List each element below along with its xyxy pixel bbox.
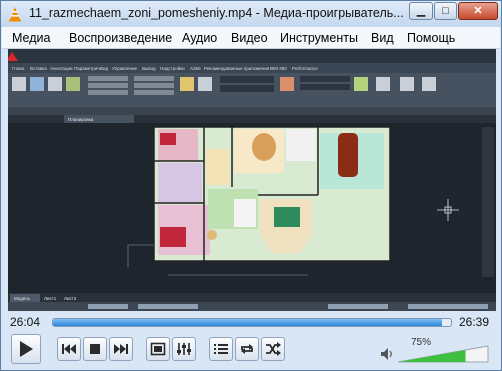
skip-previous-icon <box>62 344 76 354</box>
fullscreen-icon <box>150 342 166 356</box>
menu-playback[interactable]: Воспроизведение <box>69 31 172 45</box>
layout-tab: Лист2 <box>64 296 77 301</box>
menu-bar: Медиа Воспроизведение Аудио Видео Инстру… <box>2 27 500 49</box>
extended-settings-icon <box>177 343 191 355</box>
floor-plan-drawing <box>153 126 391 262</box>
menu-help[interactable]: Помощь <box>407 31 455 45</box>
playlist-button[interactable] <box>209 337 233 361</box>
stop-icon <box>90 344 100 354</box>
window-title: 11_razmechaem_zoni_pomesheniy.mp4 - Меди… <box>29 6 404 20</box>
skip-next-icon <box>114 344 128 354</box>
stop-button[interactable] <box>83 337 107 361</box>
fullscreen-button[interactable] <box>146 337 170 361</box>
play-icon <box>20 341 33 357</box>
ribbon-tab: Надстройки <box>160 65 185 71</box>
vlc-cone-icon <box>9 7 21 22</box>
menu-audio[interactable]: Аудио <box>182 31 217 45</box>
seek-bar[interactable] <box>52 318 452 327</box>
ribbon-tab: Вставка <box>30 66 47 71</box>
maximize-button[interactable]: □ <box>434 2 457 20</box>
video-frame: Главн. Вставка Аннотации Параметрич. Вид… <box>8 49 496 311</box>
ribbon-tab: Главн. <box>12 66 25 71</box>
ribbon-tab: Performance <box>292 66 318 71</box>
playlist-icon <box>214 344 228 354</box>
shuffle-icon <box>266 342 281 356</box>
doc-tab-label: Планировка <box>68 117 94 122</box>
ribbon-tab: Параметрич. <box>74 66 101 71</box>
speaker-icon[interactable] <box>380 347 394 361</box>
vlc-window: 11_razmechaem_zoni_pomesheniy.mp4 - Меди… <box>0 0 502 371</box>
previous-button[interactable] <box>57 337 81 361</box>
title-bar[interactable]: 11_razmechaem_zoni_pomesheniy.mp4 - Меди… <box>1 1 501 27</box>
next-button[interactable] <box>109 337 133 361</box>
extended-settings-button[interactable] <box>172 337 196 361</box>
ribbon-tab: Вывод <box>142 66 156 71</box>
loop-button[interactable] <box>235 337 259 361</box>
volume-slider[interactable] <box>397 345 489 363</box>
play-button[interactable] <box>11 334 41 364</box>
video-area[interactable]: Главн. Вставка Аннотации Параметрич. Вид… <box>8 49 496 311</box>
loop-icon <box>241 344 253 354</box>
seek-row: 26:04 26:39 <box>1 312 501 332</box>
menu-view[interactable]: Вид <box>371 31 394 45</box>
close-button[interactable]: ✕ <box>458 2 498 20</box>
menu-tools[interactable]: Инструменты <box>280 31 358 45</box>
ribbon-tab: BIM 360 <box>270 66 287 71</box>
playback-controls: 75% <box>1 332 501 370</box>
ribbon-tab: A360 <box>190 66 201 71</box>
ribbon-tab: Рекомендованные приложения <box>204 66 270 71</box>
menu-video[interactable]: Видео <box>231 31 268 45</box>
ribbon-tab: Аннотации <box>50 66 73 71</box>
ribbon-tab: Вид <box>100 66 109 71</box>
ribbon-tab: Управление <box>112 66 138 71</box>
elapsed-time: 26:04 <box>10 315 41 329</box>
menu-media[interactable]: Медиа <box>12 31 50 45</box>
layout-tab: Лист1 <box>44 296 57 301</box>
shuffle-button[interactable] <box>261 337 285 361</box>
total-time: 26:39 <box>459 315 490 329</box>
seek-progress <box>53 319 443 326</box>
minimize-button[interactable]: ▁ <box>409 2 433 20</box>
layout-tab: Модель <box>14 296 31 301</box>
